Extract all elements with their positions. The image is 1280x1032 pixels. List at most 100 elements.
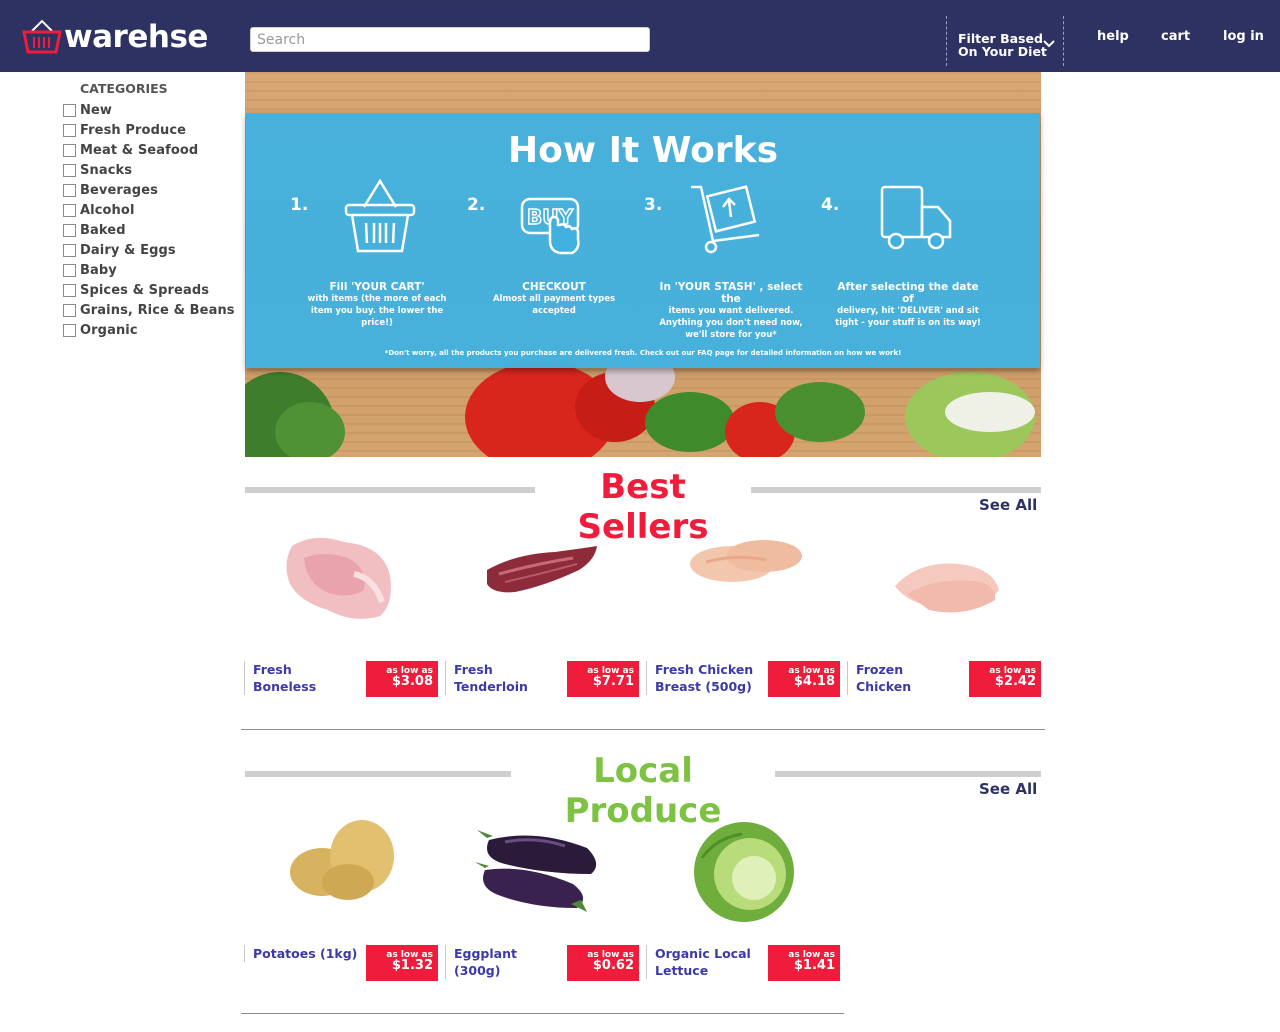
category-list: New Fresh Produce Meat & Seafood Snacks Beve…	[63, 100, 235, 340]
product-name-line: Fresh Chicken	[655, 662, 754, 677]
spring-onion	[945, 392, 1035, 432]
product-name: Potatoes (1kg)	[244, 945, 364, 962]
price-tag: as low as $1.41	[768, 945, 840, 981]
category-item[interactable]: Baby	[63, 260, 235, 280]
product-name: Organic Local Lettuce	[646, 945, 766, 979]
category-item[interactable]: Beverages	[63, 180, 235, 200]
product-card[interactable]: Fresh Tenderloin as low as $7.71	[445, 524, 641, 704]
how-it-works-note: *Don't worry, all the products you purch…	[384, 349, 902, 357]
category-checkbox[interactable]	[63, 123, 76, 137]
price-value: $7.71	[592, 674, 634, 689]
category-checkbox[interactable]	[63, 303, 76, 317]
category-checkbox[interactable]	[63, 143, 76, 157]
product-name: Fresh Boneless	[244, 661, 364, 695]
product-card[interactable]: Potatoes (1kg) as low as $1.32	[244, 808, 440, 988]
category-checkbox[interactable]	[63, 223, 76, 237]
product-card[interactable]: Frozen Chicken as low as $2.42	[847, 524, 1043, 704]
product-card[interactable]: Organic Local Lettuce as low as $1.41	[646, 808, 842, 988]
lettuce-image	[694, 822, 794, 922]
price-tag: as low as $7.71	[567, 661, 639, 697]
price-tag: as low as $2.42	[969, 661, 1041, 697]
product-name-line: Breast (500g)	[655, 679, 752, 694]
price-tag: as low as $0.62	[567, 945, 639, 981]
step-3-text: In 'YOUR STASH' , select the items you w…	[656, 281, 806, 341]
parsley	[775, 382, 865, 442]
price-value: $1.41	[793, 958, 835, 973]
product-name-line: Fresh	[253, 662, 292, 677]
category-item[interactable]: Meat & Seafood	[63, 140, 235, 160]
step-3-number: 3.	[644, 195, 663, 215]
product-name-line: Fresh	[454, 662, 493, 677]
price-tag: as low as $4.18	[768, 661, 840, 697]
category-item[interactable]: Fresh Produce	[63, 120, 235, 140]
category-label: Fresh Produce	[80, 122, 187, 138]
logo[interactable]: warehse	[22, 17, 208, 57]
step-3-lead: In 'YOUR STASH' , select the	[659, 281, 803, 305]
category-label: Beverages	[80, 182, 158, 198]
category-item[interactable]: Spices & Spreads	[63, 280, 235, 300]
product-card[interactable]: Eggplant (300g) as low as $0.62	[445, 808, 641, 988]
category-checkbox[interactable]	[63, 283, 76, 297]
category-label: Dairy & Eggs	[80, 242, 176, 258]
local-produce-see-all-link[interactable]: See All	[979, 780, 1037, 798]
category-checkbox[interactable]	[63, 203, 76, 217]
category-label: Organic	[80, 322, 138, 338]
product-name: Eggplant (300g)	[445, 945, 565, 979]
chicken-breast-image	[690, 540, 802, 582]
price-value: $2.42	[994, 674, 1036, 689]
product-card[interactable]: Fresh Chicken Breast (500g) as low as $4…	[646, 524, 842, 704]
hand-truck-icon	[691, 185, 760, 254]
cart-link[interactable]: cart	[1161, 29, 1190, 44]
diet-filter-dropdown[interactable]: Filter Based On Your Diet	[946, 16, 1064, 66]
category-item[interactable]: Alcohol	[63, 200, 235, 220]
category-checkbox[interactable]	[63, 163, 76, 177]
product-name: Fresh Tenderloin	[445, 661, 565, 695]
beef-tenderloin-image	[487, 546, 597, 593]
step-2-text: CHECKOUT Almost all payment types accept…	[479, 281, 629, 317]
product-name-line: Tenderloin	[454, 679, 528, 694]
login-link[interactable]: log in	[1223, 29, 1264, 44]
category-label: New	[80, 102, 113, 118]
category-item[interactable]: Dairy & Eggs	[63, 240, 235, 260]
chevron-down-icon	[1043, 40, 1055, 48]
category-checkbox[interactable]	[63, 103, 76, 117]
product-name: Frozen Chicken	[847, 661, 967, 695]
category-checkbox[interactable]	[63, 243, 76, 257]
potatoes-image	[290, 820, 394, 900]
category-item[interactable]: Organic	[63, 320, 235, 340]
category-label: Meat & Seafood	[80, 142, 199, 158]
section-divider	[241, 729, 1045, 730]
category-checkbox[interactable]	[63, 263, 76, 277]
search-input[interactable]	[250, 27, 650, 52]
product-card[interactable]: Fresh Boneless as low as $3.08	[244, 524, 440, 704]
section-divider	[241, 1013, 844, 1014]
chicken-thigh-image	[286, 537, 391, 619]
spinach-leaf	[275, 402, 345, 457]
category-label: Baby	[80, 262, 117, 278]
how-it-works-panel: How It Works 1. Fill 'YOUR CART' with it…	[246, 113, 1040, 368]
category-item[interactable]: Grains, Rice & Beans	[63, 300, 235, 320]
category-checkbox[interactable]	[63, 183, 76, 197]
category-checkbox[interactable]	[63, 323, 76, 337]
price-tag: as low as $1.32	[366, 945, 438, 981]
product-name-line: Boneless	[253, 679, 317, 694]
category-item[interactable]: Snacks	[63, 160, 235, 180]
step-2-desc: Almost all payment types accepted	[492, 294, 616, 316]
category-item[interactable]: New	[63, 100, 235, 120]
step-4-lead: After selecting the date of	[837, 281, 979, 305]
best-sellers-see-all-link[interactable]: See All	[979, 496, 1037, 514]
category-item[interactable]: Baked	[63, 220, 235, 240]
step-4-number: 4.	[821, 195, 840, 215]
product-name-line: Lettuce	[655, 963, 709, 978]
price-value: $4.18	[793, 674, 835, 689]
category-label: Snacks	[80, 162, 133, 178]
buy-button-icon: BUY	[520, 197, 580, 255]
step-4-text: After selecting the date of delivery, hi…	[833, 281, 983, 329]
top-header: warehse Filter Based On Your Diet help c…	[0, 0, 1280, 72]
product-name-line: Organic Local	[655, 946, 751, 961]
category-label: Spices & Spreads	[80, 282, 210, 298]
price-value: $3.08	[391, 674, 433, 689]
help-link[interactable]: help	[1097, 29, 1129, 44]
product-name: Fresh Chicken Breast (500g)	[646, 661, 766, 695]
step-1-desc: with items (the more of each item you bu…	[307, 294, 447, 328]
